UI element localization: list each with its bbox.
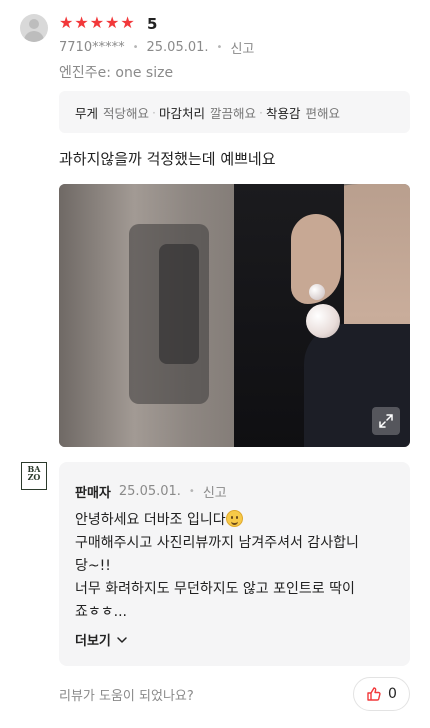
attribute-summary: 무게 적당해요 · 마감처리 깔끔해요 · 착용감 편해요 — [59, 91, 410, 133]
rating-score: 5 — [147, 15, 158, 33]
helpful-question: 리뷰가 도움이 되었나요? — [59, 689, 194, 704]
star-icon: ★ — [89, 13, 105, 32]
star-rating: ★ ★ ★ ★ ★ — [59, 14, 135, 32]
attribute-name: 무게 — [75, 105, 99, 121]
seller-logo-text: ZO — [27, 472, 41, 482]
reply-line: 안녕하세요 더바조 입니다 — [75, 509, 400, 532]
attribute-name: 착용감 — [266, 105, 301, 121]
reply-line: 구매해주시고 사진리뷰까지 남겨주셔서 감사합니 — [75, 535, 359, 551]
pearl-earring-large — [306, 304, 340, 338]
pearl-earring-small — [309, 284, 325, 300]
seller-reply-date: 25.05.01. — [118, 484, 181, 499]
attribute-separator: · — [259, 104, 264, 120]
attribute-value: 깔끔해요 — [210, 105, 257, 121]
review-date: 25.05.01. — [146, 40, 209, 55]
like-count: 0 — [388, 686, 397, 702]
meta-separator: • — [216, 42, 223, 53]
reviewer-avatar — [20, 14, 48, 42]
more-button[interactable]: 더보기 — [75, 630, 128, 649]
reviewer-id: 7710***** — [59, 40, 125, 55]
reply-line: 당~!! — [75, 558, 111, 574]
meta-separator: • — [188, 486, 195, 497]
seller-report-link[interactable]: 신고 — [203, 482, 227, 501]
smile-emoji-icon — [225, 510, 243, 527]
attribute-value: 적당해요 — [103, 105, 150, 121]
seller-name: 판매자 — [75, 486, 111, 501]
reply-line-text: 안녕하세요 더바조 입니다 — [75, 512, 226, 528]
attribute-value: 편해요 — [305, 105, 341, 121]
seller-logo: BA ZO — [21, 462, 47, 490]
report-link[interactable]: 신고 — [230, 38, 254, 57]
review-meta: 7710***** • 25.05.01. • 신고 — [59, 38, 254, 57]
like-button[interactable]: 0 — [353, 677, 410, 711]
meta-separator: • — [132, 42, 139, 53]
seller-reply: 판매자 25.05.01. • 신고 안녕하세요 더바조 입니다 구매해주시고 … — [59, 462, 410, 666]
purchase-option: 엔진주e: one size — [59, 65, 174, 81]
star-icon: ★ — [120, 13, 135, 32]
more-label: 더보기 — [75, 634, 111, 649]
attribute-name: 마감처리 — [159, 105, 206, 121]
reply-line: 너무 화려하지도 무던하지도 않고 포인트로 딱이 — [75, 581, 355, 597]
avatar-head-shape — [29, 19, 39, 29]
attribute-separator: · — [152, 104, 157, 120]
avatar-body-shape — [24, 31, 44, 42]
star-icon: ★ — [59, 13, 74, 32]
review-photo[interactable] — [59, 184, 410, 447]
review-body: 과하지않을까 걱정했는데 예쁘네요 — [59, 150, 276, 168]
star-icon: ★ — [105, 13, 120, 32]
seller-reply-header: 판매자 25.05.01. • 신고 — [75, 482, 227, 501]
expand-icon[interactable] — [372, 407, 400, 435]
star-icon: ★ — [74, 13, 89, 32]
photo-shadow — [159, 244, 199, 364]
seller-reply-text: 안녕하세요 더바조 입니다 구매해주시고 사진리뷰까지 남겨주셔서 감사합니 당… — [75, 509, 400, 624]
reply-line: 죠ㅎㅎ... — [75, 604, 127, 620]
thumbs-up-icon — [367, 687, 381, 701]
chevron-down-icon — [117, 636, 127, 643]
